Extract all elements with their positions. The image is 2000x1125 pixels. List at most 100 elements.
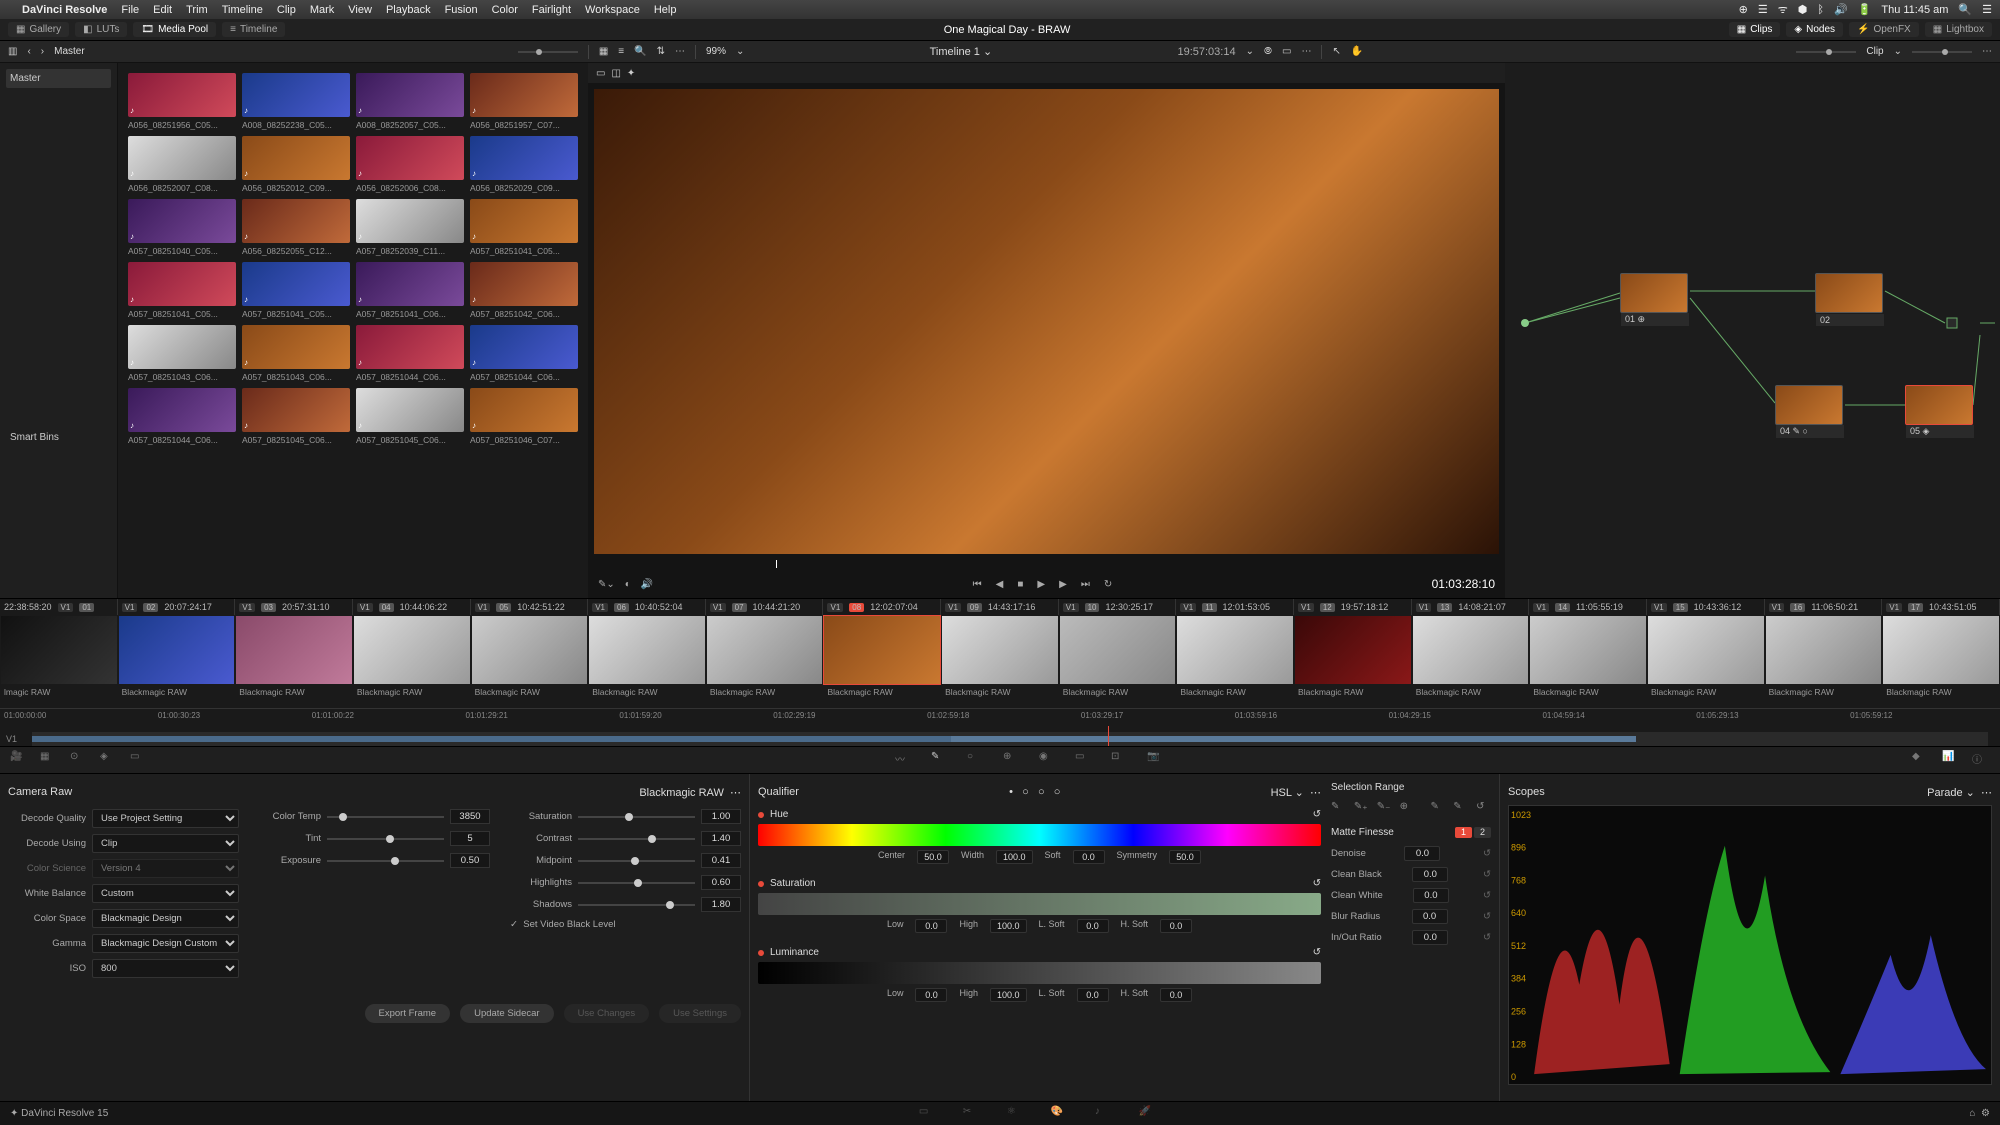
wheels-tab-icon[interactable]: ⊙ xyxy=(70,751,88,769)
reset-icon[interactable]: ↺ xyxy=(1483,890,1491,901)
lum-low[interactable]: 0.0 xyxy=(915,988,947,1002)
filmstrip-thumb[interactable] xyxy=(1060,616,1176,684)
filmstrip-thumb[interactable] xyxy=(1413,616,1529,684)
gallery-button[interactable]: ▦ Gallery xyxy=(8,22,69,37)
filmstrip-thumb[interactable] xyxy=(472,616,588,684)
media-clip[interactable]: ♪A057_08251044_C06... xyxy=(128,388,236,445)
menu-mark[interactable]: Mark xyxy=(310,4,334,16)
node-zoom-slider[interactable] xyxy=(1796,51,1856,53)
media-clip[interactable]: ♪A056_08252012_C09... xyxy=(242,136,350,193)
filmstrip-header[interactable]: V10510:42:51:22 xyxy=(471,599,589,615)
filmstrip-header[interactable]: V11112:01:53:05 xyxy=(1176,599,1294,615)
media-clip[interactable]: ♪A057_08251042_C06... xyxy=(470,262,578,319)
finesse-tab-2[interactable]: 2 xyxy=(1474,827,1491,838)
decode-using-select[interactable]: Clip xyxy=(92,834,239,853)
hue-soft[interactable]: 0.0 xyxy=(1073,850,1105,864)
smart-bins-header[interactable]: Smart Bins xyxy=(6,428,111,447)
timeline-ruler[interactable]: 01:00:00:0001:00:30:2301:01:00:2201:01:2… xyxy=(0,708,2000,732)
saturation-slider[interactable] xyxy=(578,816,695,818)
sat-hsoft[interactable]: 0.0 xyxy=(1160,919,1192,933)
media-clip[interactable]: ♪A057_08251045_C06... xyxy=(356,388,464,445)
color-match-tab-icon[interactable]: ▦ xyxy=(40,751,58,769)
filmstrip-header[interactable]: V11314:08:21:07 xyxy=(1412,599,1530,615)
reset-icon[interactable]: ↺ xyxy=(1483,932,1491,943)
filmstrip-thumb[interactable] xyxy=(236,616,352,684)
grid-view-icon[interactable]: ▦ xyxy=(599,46,608,57)
media-clip[interactable]: ♪A056_08251956_C05... xyxy=(128,73,236,130)
chevron-down-icon[interactable]: ⌄ xyxy=(1246,46,1254,57)
filmstrip-thumb[interactable] xyxy=(1177,616,1293,684)
media-clip[interactable]: ♪A057_08251040_C05... xyxy=(128,199,236,256)
node-01[interactable]: 01 ⊕ xyxy=(1620,273,1688,313)
finesse-tab-1[interactable]: 1 xyxy=(1455,827,1472,838)
curves-tab-icon[interactable]: 〰 xyxy=(895,751,913,769)
status-icon[interactable]: ☰ xyxy=(1758,3,1768,16)
edit-page-icon[interactable]: ✂ xyxy=(963,1106,983,1122)
cleanwhite-value[interactable]: 0.0 xyxy=(1413,888,1449,903)
keyframe-tab-icon[interactable]: ◆ xyxy=(1912,751,1930,769)
resolve-logo-icon[interactable]: ✦ xyxy=(10,1108,18,1119)
notification-icon[interactable]: ☰ xyxy=(1982,3,1992,16)
clip-dropdown[interactable]: Clip xyxy=(1866,46,1883,57)
filmstrip-header[interactable]: V11411:05:55:19 xyxy=(1529,599,1647,615)
next-icon[interactable]: › xyxy=(41,46,44,57)
fusion-page-icon[interactable]: ⚛ xyxy=(1007,1106,1027,1122)
prev-icon[interactable]: ‹ xyxy=(27,46,30,57)
deliver-page-icon[interactable]: 🚀 xyxy=(1139,1106,1159,1122)
panel-layout-icon[interactable]: ▥ xyxy=(8,46,17,57)
picker-sub-icon[interactable]: ✎₋ xyxy=(1377,801,1392,817)
filmstrip-header[interactable]: V11611:06:50:21 xyxy=(1765,599,1883,615)
split-icon[interactable]: ◫ xyxy=(611,68,620,79)
filmstrip-header[interactable]: V10320:57:31:10 xyxy=(235,599,353,615)
rgb-mixer-tab-icon[interactable]: ◈ xyxy=(100,751,118,769)
highlight-icon[interactable]: ✦ xyxy=(627,68,635,79)
filmstrip-header[interactable]: V11710:43:51:05 xyxy=(1882,599,2000,615)
menu-edit[interactable]: Edit xyxy=(153,4,172,16)
media-clip[interactable]: ♪A057_08251041_C05... xyxy=(128,262,236,319)
stop-icon[interactable]: ■ xyxy=(1017,579,1023,590)
white-balance-select[interactable]: Custom xyxy=(92,884,239,903)
picker-icon[interactable]: ✎ xyxy=(1331,801,1346,817)
window-tab-icon[interactable]: ○ xyxy=(967,751,985,769)
media-clip[interactable]: ♪A057_08251045_C06... xyxy=(242,388,350,445)
more-icon[interactable]: ⋯ xyxy=(675,46,685,57)
media-clip[interactable]: ♪A057_08251044_C06... xyxy=(356,325,464,382)
volume-icon[interactable]: 🔊 xyxy=(1834,3,1848,16)
menu-fusion[interactable]: Fusion xyxy=(445,4,478,16)
menu-fairlight[interactable]: Fairlight xyxy=(532,4,571,16)
status-icon[interactable]: ⊕ xyxy=(1739,3,1748,16)
filmstrip-header[interactable]: V11012:30:25:17 xyxy=(1059,599,1177,615)
media-clip[interactable]: ♪A008_08252057_C05... xyxy=(356,73,464,130)
media-clip[interactable]: ♪A057_08251043_C06... xyxy=(128,325,236,382)
filmstrip-thumb[interactable] xyxy=(1648,616,1764,684)
node-graph[interactable]: 01 ⊕ 02 04 ✎ ○ 05 ◈ xyxy=(1505,63,2000,598)
saturation-bar[interactable] xyxy=(758,893,1321,915)
hue-center[interactable]: 50.0 xyxy=(917,850,949,864)
invert-icon[interactable]: ↺ xyxy=(1476,801,1491,817)
inout-value[interactable]: 0.0 xyxy=(1412,930,1448,945)
step-forward-icon[interactable]: ▶ xyxy=(1059,579,1067,590)
qualifier-picker-icon[interactable]: ✎⌄ xyxy=(598,579,615,590)
filmstrip-thumb[interactable] xyxy=(1766,616,1882,684)
media-clip[interactable]: ♪A056_08252007_C08... xyxy=(128,136,236,193)
tint-slider[interactable] xyxy=(327,838,444,840)
hue-bar[interactable] xyxy=(758,824,1321,846)
fairlight-page-icon[interactable]: ♪ xyxy=(1095,1106,1115,1122)
pointer-icon[interactable]: ↖ xyxy=(1332,46,1340,57)
decode-quality-select[interactable]: Use Project Setting xyxy=(92,809,239,828)
timeline-name[interactable]: Timeline 1 ⌄ xyxy=(754,45,1167,58)
menu-timeline[interactable]: Timeline xyxy=(222,4,263,16)
dropbox-icon[interactable]: ⬢ xyxy=(1798,3,1808,16)
exposure-value[interactable]: 0.50 xyxy=(450,853,490,868)
media-clip[interactable]: ♪A057_08251041_C06... xyxy=(356,262,464,319)
sat-lsoft[interactable]: 0.0 xyxy=(1077,919,1109,933)
media-page-icon[interactable]: ▭ xyxy=(919,1106,939,1122)
image-wipe-icon[interactable]: ▭ xyxy=(596,68,605,79)
media-clip[interactable]: ♪A056_08252006_C08... xyxy=(356,136,464,193)
media-clip[interactable]: ♪A057_08252039_C11... xyxy=(356,199,464,256)
filmstrip-thumb[interactable] xyxy=(707,616,823,684)
audio-icon[interactable]: 🔊 xyxy=(641,579,653,590)
lightbox-button[interactable]: ▦ Lightbox xyxy=(1925,22,1992,37)
tint-value[interactable]: 5 xyxy=(450,831,490,846)
feather-add-icon[interactable]: ✎ xyxy=(1430,801,1445,817)
